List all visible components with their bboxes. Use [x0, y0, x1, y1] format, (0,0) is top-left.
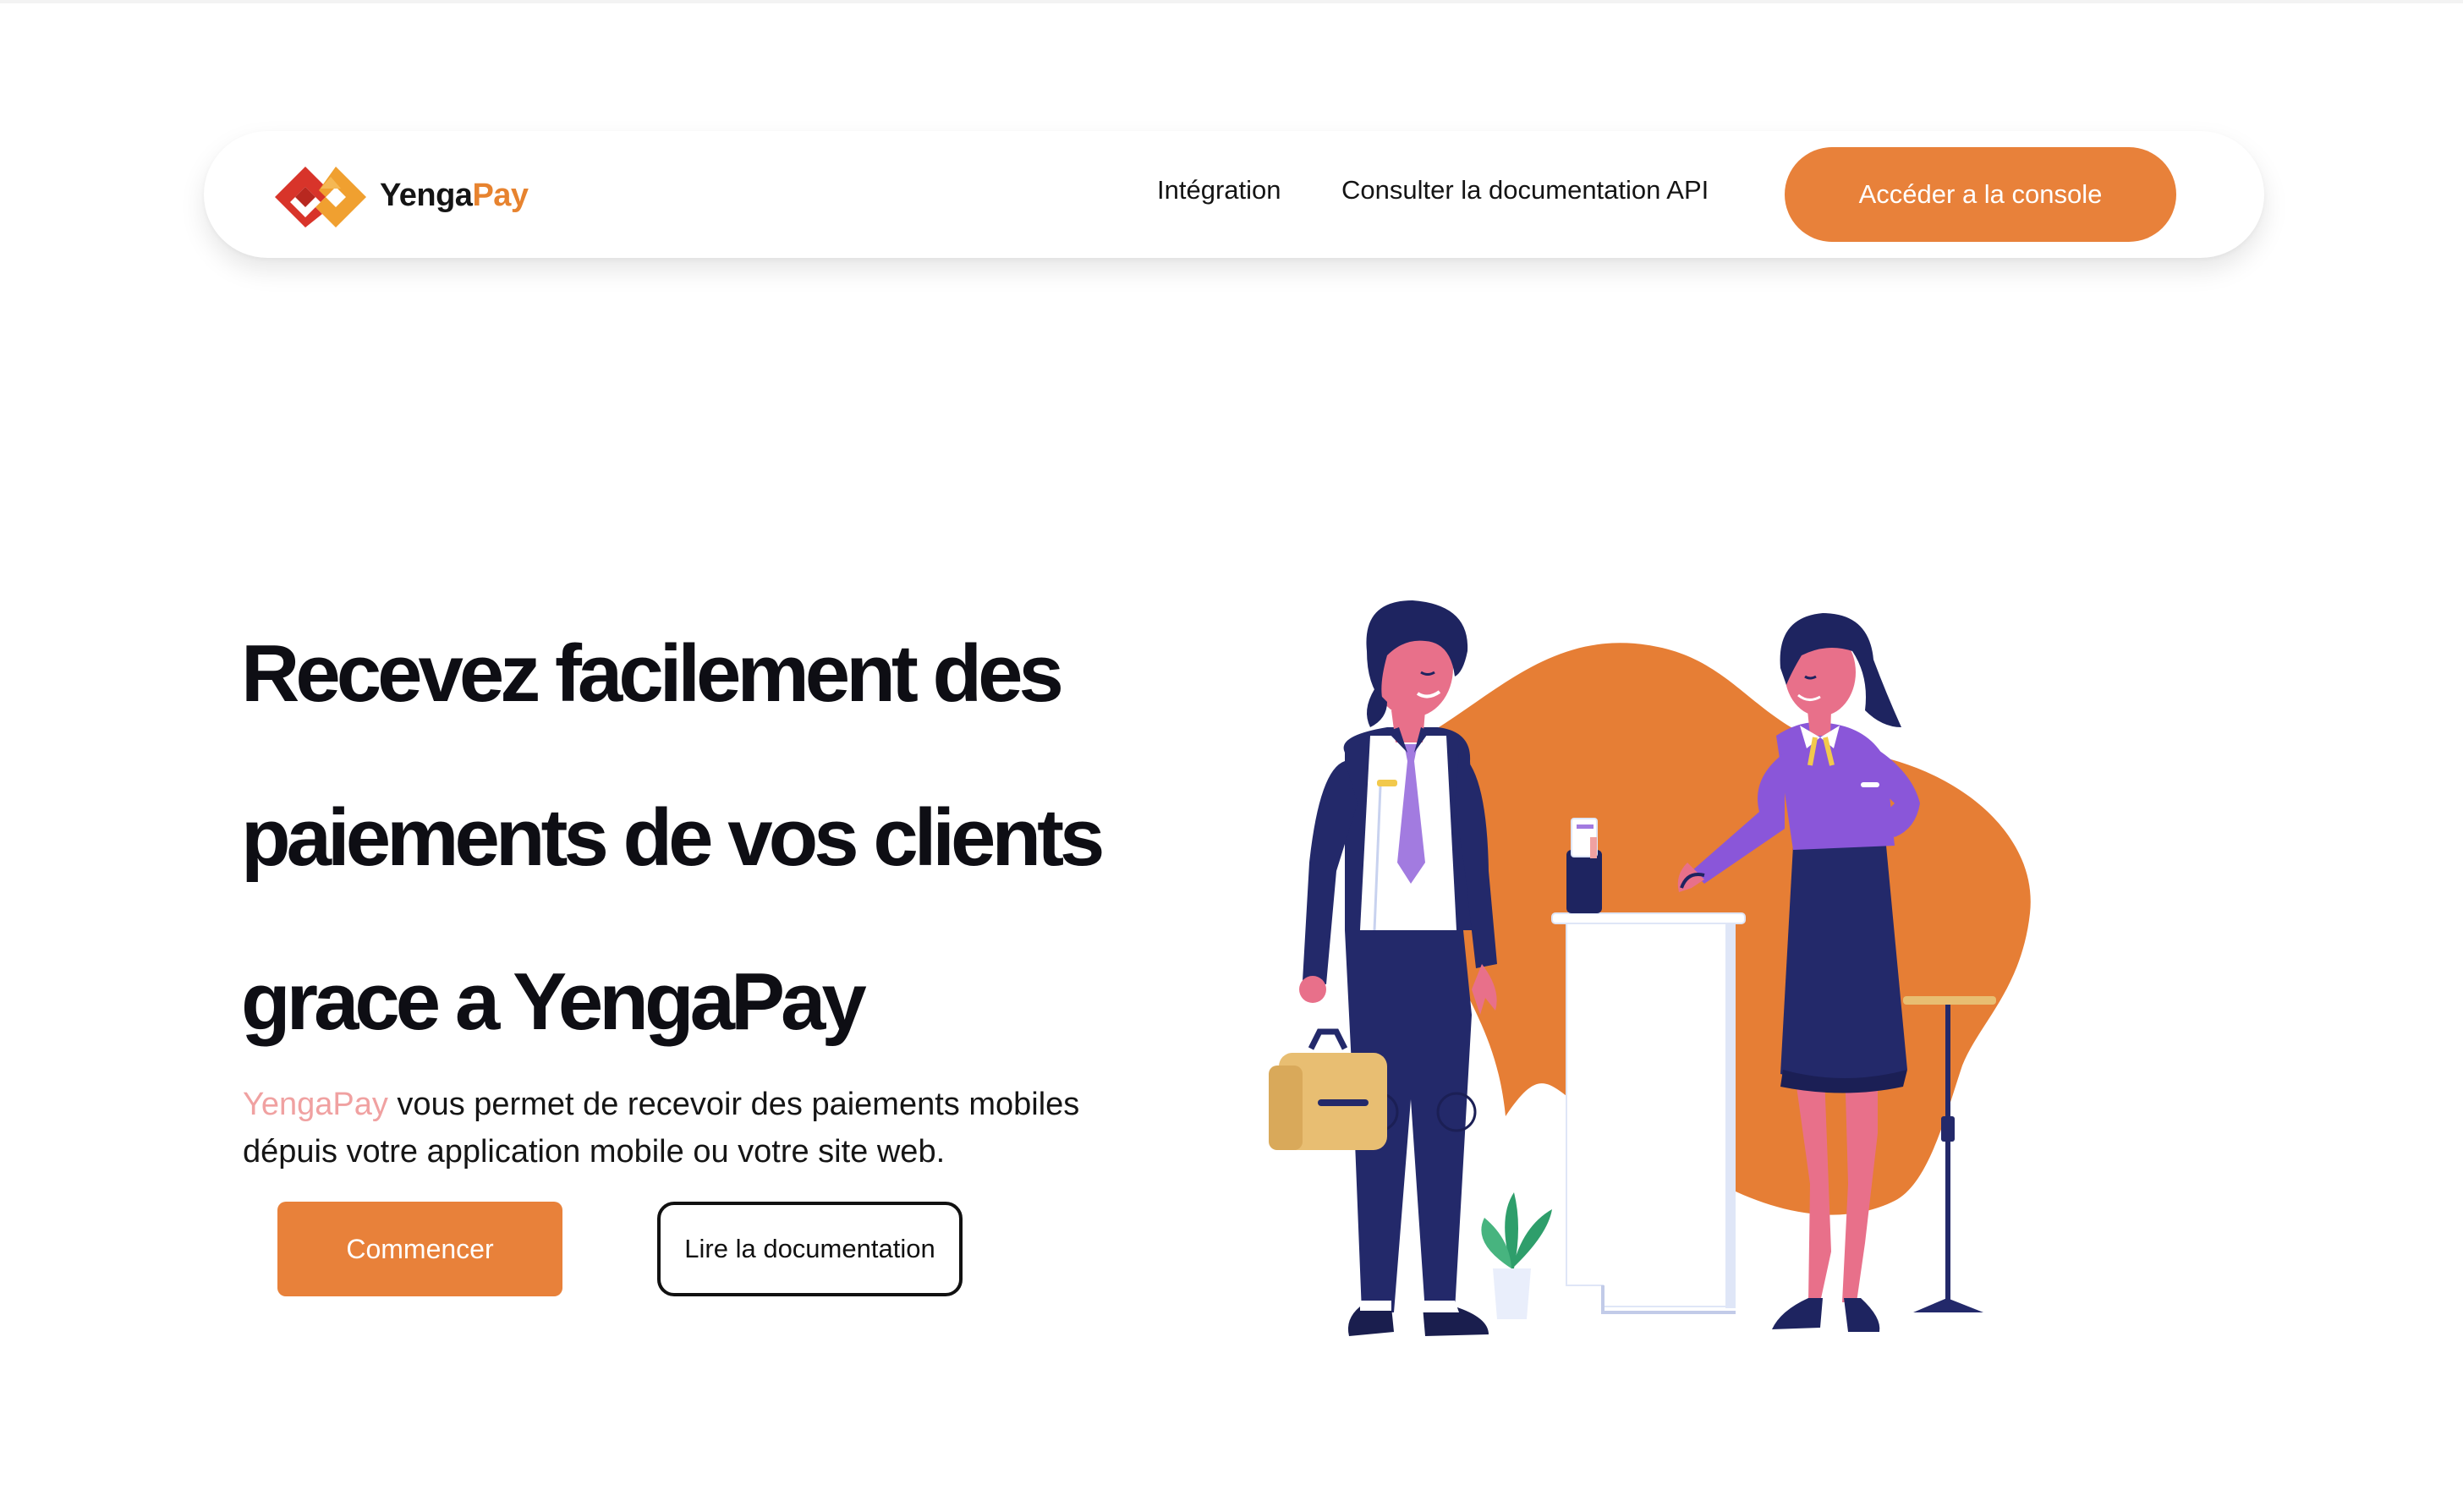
brand-name: YengaPay — [380, 178, 529, 214]
hero-title-line-1: Recevez facilement des — [241, 628, 1064, 719]
start-button[interactable]: Commencer — [277, 1202, 562, 1296]
hero-desc-line2: dépuis votre application mobile ou votre… — [243, 1134, 946, 1170]
payment-terminal-people-illustration-icon — [1269, 600, 2031, 1336]
read-docs-button[interactable]: Lire la documentation — [657, 1202, 963, 1296]
hero-desc-line1: vous permet de recevoir des paiements mo… — [387, 1087, 1080, 1122]
navbar: YengaPay Intégration Consulter la docume… — [204, 131, 2264, 258]
hero-desc-brand: YengaPay — [243, 1087, 388, 1122]
hero-description: YengaPay vous permet de recevoir des pai… — [243, 1081, 1173, 1175]
brand-name-part2: Pay — [472, 177, 529, 213]
hero-title-line-3: grace a YengaPay — [241, 956, 867, 1047]
nav-link-integration[interactable]: Intégration — [1157, 175, 1281, 205]
console-button[interactable]: Accéder a la console — [1785, 147, 2176, 242]
yengapay-logo-icon — [275, 167, 366, 227]
hero-title-line-2: paiements de vos clients — [241, 792, 1105, 883]
brand-name-part1: Yenga — [380, 177, 473, 213]
top-border — [0, 0, 2463, 3]
nav-link-api-docs[interactable]: Consulter la documentation API — [1341, 175, 1709, 205]
brand-logo-link[interactable]: YengaPay — [272, 163, 529, 227]
hero-title: Recevez facilement des paiements de vos … — [241, 592, 1171, 1084]
